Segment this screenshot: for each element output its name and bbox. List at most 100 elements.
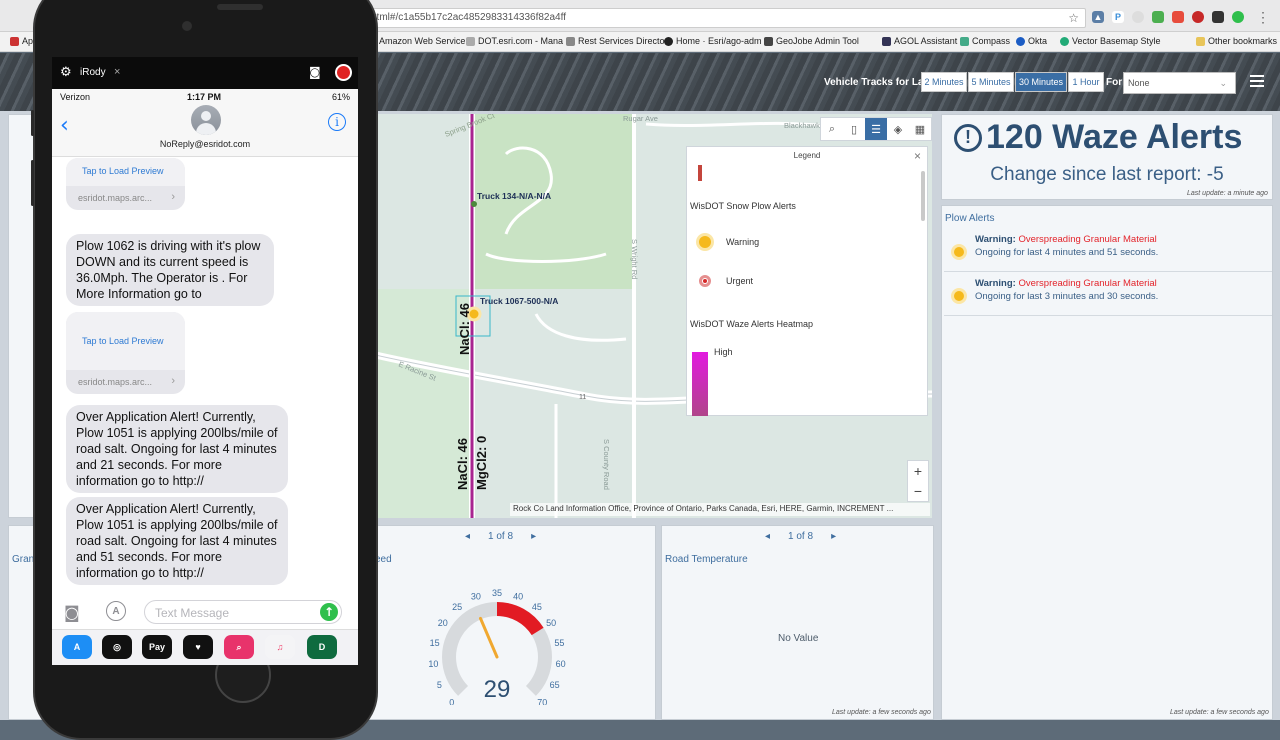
avatar[interactable] [191, 105, 221, 135]
tap-to-load-preview[interactable]: Tap to Load Preview [66, 312, 185, 370]
gauge-tick-label: 40 [513, 592, 523, 602]
bookmark-item[interactable]: GeoJobe Admin Tool [764, 36, 859, 46]
hamburger-menu-icon[interactable] [1250, 75, 1264, 90]
messages-header: ‹ NoReply@esridot.com i [52, 105, 358, 157]
message-bubble[interactable]: Over Application Alert! Currently, Plow … [66, 405, 288, 493]
camera-icon[interactable]: ◙ [64, 603, 80, 622]
legend-high-label: High [714, 347, 733, 357]
gauge-tick-label: 15 [430, 638, 440, 648]
app-store-app-icon[interactable]: A [62, 635, 92, 659]
pager-prev-icon[interactable]: ◂ [465, 531, 470, 542]
music-app-icon[interactable]: ♫ [265, 635, 295, 659]
chevron-down-icon: ⌄ [1219, 78, 1227, 88]
tap-to-load-preview[interactable]: Tap to Load Preview [66, 158, 185, 186]
message-bubble[interactable]: Plow 1062 is driving with it's plow DOWN… [66, 234, 274, 306]
bookmark-item[interactable]: Okta [1016, 36, 1047, 46]
pager-next-icon[interactable]: ▸ [831, 531, 836, 542]
message-input[interactable]: Text Message ↑ [144, 600, 342, 624]
extension-icon[interactable] [1232, 11, 1244, 23]
layers-icon[interactable]: ◈ [887, 118, 909, 140]
close-icon[interactable]: × [114, 66, 120, 78]
gauge-tick-label: 10 [428, 659, 438, 669]
zoom-out-button[interactable]: − [908, 481, 928, 501]
extension-icon[interactable] [1172, 11, 1184, 23]
activity-app-icon[interactable]: ◎ [102, 635, 132, 659]
link-preview-card[interactable]: Tap to Load Preview esridot.maps.arc... › [66, 158, 185, 210]
zoom-in-button[interactable]: + [908, 461, 928, 481]
dicks-app-icon[interactable]: D [307, 635, 337, 659]
search-icon[interactable]: ⌕ [821, 118, 843, 140]
warning-dot-icon [954, 247, 964, 257]
time-button-2min[interactable]: 2 Minutes [921, 72, 967, 92]
heart-app-icon[interactable]: ♥ [183, 635, 213, 659]
vehicle-tracks-label: Vehicle Tracks for Last [824, 77, 933, 88]
back-chevron-icon[interactable]: ‹ [60, 113, 69, 138]
extension-icon[interactable]: ▲ [1092, 11, 1104, 23]
extension-icon[interactable] [1212, 11, 1224, 23]
message-bubble[interactable]: Over Application Alert! Currently, Plow … [66, 497, 288, 585]
time-button-5min[interactable]: 5 Minutes [968, 72, 1014, 92]
bookmark-item[interactable]: Rest Services Director [566, 36, 668, 46]
pager-prev-icon[interactable]: ◂ [765, 531, 770, 542]
bookmark-item[interactable]: AGOL Assistant [882, 36, 957, 46]
waze-alert-count: ! 120 Waze Alerts [954, 118, 1242, 157]
time-button-30min[interactable]: 30 Minutes [1015, 72, 1067, 92]
record-icon[interactable] [335, 64, 352, 81]
road-label: Rugar Ave [623, 114, 658, 123]
bookmark-item[interactable]: Vector Basemap Style [1060, 36, 1161, 46]
waze-last-update: Last update: a minute ago [1187, 190, 1268, 197]
app-store-icon[interactable]: A [106, 601, 126, 621]
chevron-right-icon: › [171, 375, 175, 387]
road-temp-pager: ◂ 1 of 8 ▸ [765, 531, 836, 542]
for-select[interactable]: None ⌄ [1123, 72, 1236, 94]
bookmark-item[interactable]: Home · Esri/ago-adm [664, 36, 762, 46]
extension-icon[interactable] [1132, 11, 1144, 23]
gauge-tick-label: 30 [471, 592, 481, 602]
bookmark-star-icon[interactable]: ☆ [1068, 11, 1079, 25]
extension-icon[interactable] [1192, 11, 1204, 23]
time-button-1hour[interactable]: 1 Hour [1068, 72, 1104, 92]
basemap-gallery-icon[interactable]: ▦ [909, 118, 931, 140]
contact-name[interactable]: NoReply@esridot.com [52, 139, 358, 149]
camera-icon[interactable]: ◙ [309, 65, 321, 79]
heatmap-ramp [692, 352, 708, 416]
map-toolbar: ⌕ ▯ ☰ ◈ ▦ [820, 117, 932, 141]
waze-count-text: 120 Waze Alerts [986, 118, 1243, 156]
legend-scrollbar[interactable] [921, 171, 925, 221]
speed-pager: ◂ 1 of 8 ▸ [465, 531, 536, 542]
bookmark-item[interactable]: Amazon Web Service [379, 36, 465, 46]
truck-label-134: Truck 134-N/A-N/A [477, 191, 551, 201]
gauge-tick-label: 25 [452, 602, 462, 612]
plow-alert-item[interactable]: Warning: Overspreading Granular Material… [944, 274, 1272, 316]
bookmark-icon[interactable]: ▯ [843, 118, 865, 140]
status-bar: Verizon 1:17 PM 61% [52, 89, 358, 105]
extension-icon[interactable] [1152, 11, 1164, 23]
side-button [31, 110, 34, 136]
address-bar[interactable]: html#/c1a55b17c2ac4852983314336f82a4ff ☆ [360, 8, 1086, 28]
speed-gauge: 05 10 15 20 25 30 35 40 45 50 55 60 6570 29 [428, 588, 565, 705]
bookmark-other[interactable]: Other bookmarks [1196, 36, 1277, 46]
info-icon[interactable]: i [328, 113, 346, 131]
search-images-app-icon[interactable]: ⌕ [224, 635, 254, 659]
apple-pay-app-icon[interactable]: Pay [142, 635, 172, 659]
browser-menu-icon[interactable]: ⋮ [1256, 9, 1270, 26]
extension-icon[interactable]: P [1112, 11, 1124, 23]
recorder-title: iRody [80, 67, 106, 78]
bookmark-item[interactable]: DOT.esri.com - Mana [466, 36, 563, 46]
gear-icon[interactable]: ⚙ [60, 65, 72, 80]
plow-last-update: Last update: a few seconds ago [1170, 709, 1269, 716]
salt-label-nacl: NaCl: 46 [457, 303, 472, 355]
gauge-red-zone [496, 602, 544, 636]
chevron-right-icon: › [171, 191, 175, 203]
legend-icon[interactable]: ☰ [865, 118, 887, 140]
plow-alert-item[interactable]: Warning: Overspreading Granular Material… [944, 230, 1272, 272]
bookmark-item[interactable]: Compass [960, 36, 1010, 46]
link-preview-card[interactable]: Tap to Load Preview esridot.maps.arc... › [66, 312, 185, 394]
send-arrow-icon[interactable]: ↑ [320, 603, 338, 621]
pager-next-icon[interactable]: ▸ [531, 531, 536, 542]
granular-panel-title: Gran [12, 554, 35, 565]
close-icon[interactable]: × [914, 149, 921, 163]
gauge-tick-label: 5 [437, 680, 442, 690]
zoom-control: + − [907, 460, 929, 502]
bookmark-apps[interactable]: Ap [10, 36, 33, 46]
